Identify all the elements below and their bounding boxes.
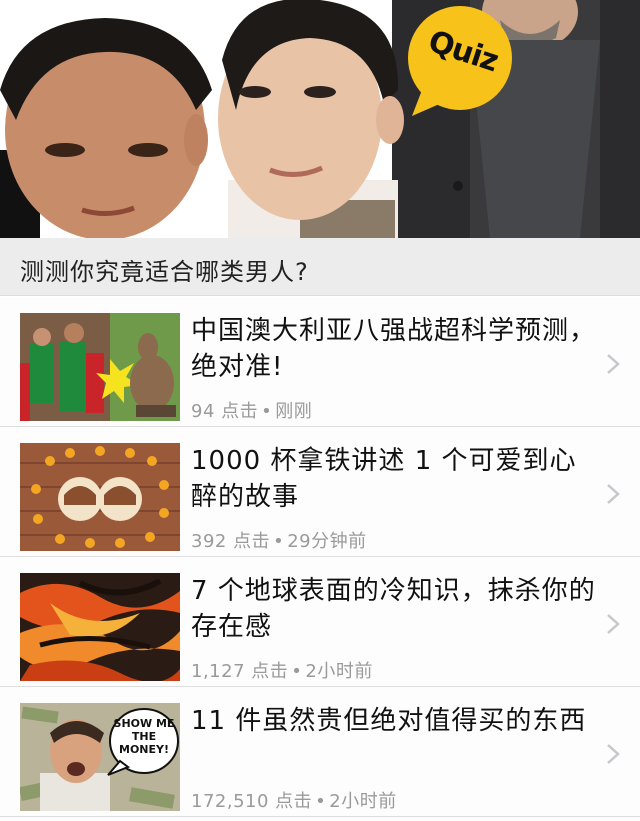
article-thumbnail: SHOW ME THE MONEY! — [20, 703, 180, 811]
timestamp: 2小时前 — [329, 791, 397, 812]
article-thumbnail — [20, 313, 180, 421]
timestamp: 2小时前 — [305, 661, 373, 682]
chevron-right-icon — [607, 354, 620, 374]
article-list: 中国澳大利亚八强战超科学预测，绝对准! 94 点击 • 刚刚 1000 杯拿铁讲… — [0, 297, 640, 817]
chevron-right-icon — [607, 744, 620, 764]
click-count: 94 点击 — [191, 401, 259, 422]
article-thumbnail — [20, 573, 180, 681]
click-count: 392 点击 — [191, 531, 271, 552]
latte-art-image — [20, 443, 180, 551]
timestamp: 29分钟前 — [287, 531, 367, 552]
click-count: 1,127 点击 — [191, 661, 289, 682]
quiz-page: Quiz 测测你究竟适合哪类男人? 中国澳大利亚八强战超科学预测，绝对准! 94… — [0, 0, 640, 821]
article-meta: 94 点击 • 刚刚 — [191, 397, 312, 423]
section-header: 测测你究竟适合哪类男人? — [0, 238, 640, 296]
timestamp: 刚刚 — [275, 401, 313, 422]
article-meta: 392 点击 • 29分钟前 — [191, 527, 367, 553]
lava-image — [20, 573, 180, 681]
meta-separator: • — [273, 531, 285, 552]
article-title: 7 个地球表面的冷知识，抹杀你的存在感 — [191, 576, 596, 642]
page-title: 测测你究竟适合哪类男人? — [20, 258, 309, 286]
list-item[interactable]: 7 个地球表面的冷知识，抹杀你的存在感 1,127 点击 • 2小时前 — [0, 557, 640, 687]
meta-separator: • — [315, 791, 327, 812]
article-title: 中国澳大利亚八强战超科学预测，绝对准! — [191, 316, 597, 382]
list-item[interactable]: 中国澳大利亚八强战超科学预测，绝对准! 94 点击 • 刚刚 — [0, 297, 640, 427]
thumbnail-caption: SHOW ME THE MONEY! — [113, 717, 175, 756]
article-meta: 1,127 点击 • 2小时前 — [191, 657, 373, 683]
hero-image — [0, 0, 640, 238]
click-count: 172,510 点击 — [191, 791, 313, 812]
list-item[interactable]: SHOW ME THE MONEY! 11 件虽然贵但绝对值得买的东西 172,… — [0, 687, 640, 817]
soccer-kangaroo-image — [20, 313, 180, 421]
article-title: 11 件虽然贵但绝对值得买的东西 — [191, 706, 587, 736]
article-thumbnail — [20, 443, 180, 551]
hero-banner[interactable]: Quiz — [0, 0, 640, 238]
article-meta: 172,510 点击 • 2小时前 — [191, 787, 397, 813]
list-item[interactable]: 1000 杯拿铁讲述 1 个可爱到心醉的故事 392 点击 • 29分钟前 — [0, 427, 640, 557]
meta-separator: • — [291, 661, 303, 682]
chevron-right-icon — [607, 614, 620, 634]
chevron-right-icon — [607, 484, 620, 504]
meta-separator: • — [261, 401, 273, 422]
article-title: 1000 杯拿铁讲述 1 个可爱到心醉的故事 — [191, 446, 577, 512]
